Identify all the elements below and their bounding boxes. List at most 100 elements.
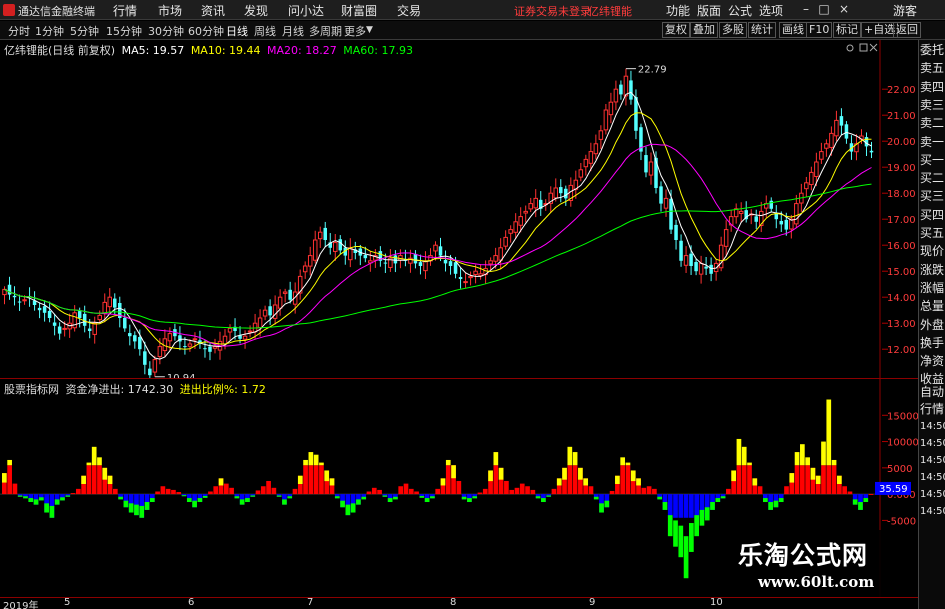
menu-wenxiaoda[interactable]: 问小达 [288,2,324,19]
period-multi[interactable]: 多周期 [309,23,342,39]
price-tick-label: 21.00 [887,111,916,122]
flow-bar-green [282,499,287,505]
menu-banmian[interactable]: 版面 [697,2,721,19]
quote-label[interactable]: 买三 [920,189,945,204]
tick-time-label[interactable]: 14:50 [920,453,945,468]
flow-bar-red [223,483,229,495]
quote-label[interactable]: 卖五 [920,61,945,76]
flow-bar-red [530,489,536,495]
candle-body [92,322,97,335]
login-status[interactable]: 证券交易未登录 [514,3,591,19]
flow-bar-red [831,465,837,495]
tick-time-label[interactable]: 14:50 [920,470,945,485]
candle-body [779,220,784,225]
ma5-label: MA5: 19.57 [121,44,185,57]
quote-label[interactable]: 卖四 [920,80,945,95]
flow-bar-yellow [794,452,800,466]
flow-bar-red [826,465,832,495]
flow-bar-yellow [97,457,102,466]
minimize-icon[interactable]: – [800,2,812,16]
candle-body [804,182,809,190]
quote-label[interactable]: 涨幅 [920,281,945,296]
quote-label[interactable]: 净资 [920,354,945,369]
period-1min[interactable]: 1分钟 [35,23,64,39]
flow-bar-red [75,488,81,495]
guest-button[interactable]: 游客 [893,2,917,19]
menu-xuanxiang[interactable]: 选项 [759,2,783,19]
close-icon[interactable]: × [838,2,850,16]
f10-button[interactable]: F10 [806,22,833,38]
draw-line-button[interactable]: 画线 [779,22,807,38]
more-dropdown-icon[interactable]: ▼ [366,25,373,35]
quote-label[interactable]: 换手 [920,336,945,351]
flow-bar-red [403,483,409,495]
quote-label[interactable]: 卖三 [920,98,945,113]
period-5min[interactable]: 5分钟 [70,23,99,39]
toolbar-divider [775,24,776,36]
flow-bar-green [44,503,49,513]
flow-bar-red [519,483,525,495]
quote-label[interactable]: 买二 [920,171,945,186]
tick-time-label[interactable]: 14:50 [920,504,945,519]
candle-body [288,289,292,300]
menu-gongshi[interactable]: 公式 [728,2,752,19]
period-fenshi[interactable]: 分时 [8,23,30,39]
candle-body [17,301,22,303]
quote-label[interactable]: 外盘 [920,318,945,333]
candle-body [113,298,117,308]
menu-jiaoyi[interactable]: 交易 [397,2,421,19]
quote-label[interactable]: 总量 [920,299,945,314]
flow-bar-green [430,496,435,499]
period-weekly[interactable]: 周线 [254,23,276,39]
period-30min[interactable]: 30分钟 [148,23,184,39]
tick-time-label[interactable]: 自动 [920,385,945,400]
menu-zixun[interactable]: 资讯 [201,2,225,19]
tick-time-label[interactable]: 14:50 [920,419,945,434]
menu-hangqing[interactable]: 行情 [113,2,137,19]
quote-label[interactable]: 买一 [920,153,945,168]
quote-label[interactable]: 买四 [920,208,945,223]
quote-label[interactable]: 买五 [920,226,945,241]
flow-bar-green [149,498,155,503]
ma20-label: MA20: 18.27 [267,44,337,57]
candle-body [694,262,698,272]
back-button[interactable]: 返回 [893,22,921,38]
period-more[interactable]: 更多 [344,23,366,39]
tick-time-label[interactable]: 行情 [920,402,945,417]
flow-bar-yellow [102,467,108,480]
maximize-icon[interactable]: □ [818,2,830,16]
date-label: 9 [589,597,596,608]
candle-body [588,151,594,164]
quote-label[interactable]: 涨跌 [920,263,945,278]
candle-body [203,348,207,350]
candle-body [138,336,142,350]
flow-bar-green [65,495,71,497]
period-15min[interactable]: 15分钟 [106,23,142,39]
menu-caifuquan[interactable]: 财富圈 [341,2,377,19]
menu-faxian[interactable]: 发现 [244,2,268,19]
kline-chart[interactable]: 22.00 21.00 20.00 19.00 18.00 17.00 16.00 15.00… [0,40,918,378]
flow-bar-yellow [324,470,330,482]
flow-bar-yellow [86,462,92,466]
menu-gongneng[interactable]: 功能 [666,2,690,19]
mark-button[interactable]: 标记 [833,22,861,38]
flow-bar-yellow [562,467,567,480]
candle-body [212,346,218,349]
stats-button[interactable]: 统计 [748,22,776,38]
quote-label[interactable]: 卖二 [920,116,945,131]
quote-label[interactable]: 委托 [920,43,945,58]
fuquan-button[interactable]: 复权 [662,22,690,38]
tick-time-label[interactable]: 14:50 [920,436,945,451]
period-60min[interactable]: 60分钟 [188,23,224,39]
ma5-line [4,91,872,360]
period-daily[interactable]: 日线 [226,23,248,39]
menu-shichang[interactable]: 市场 [158,2,182,19]
overlay-button[interactable]: 叠加 [690,22,718,38]
flow-bar-red [213,486,219,495]
tick-time-label[interactable]: 14:50 [920,487,945,502]
multi-stock-button[interactable]: 多股 [719,22,747,38]
period-monthly[interactable]: 月线 [282,23,304,39]
quote-label[interactable]: 现价 [920,244,945,259]
candle-body [7,284,12,295]
quote-label[interactable]: 卖一 [920,135,945,150]
